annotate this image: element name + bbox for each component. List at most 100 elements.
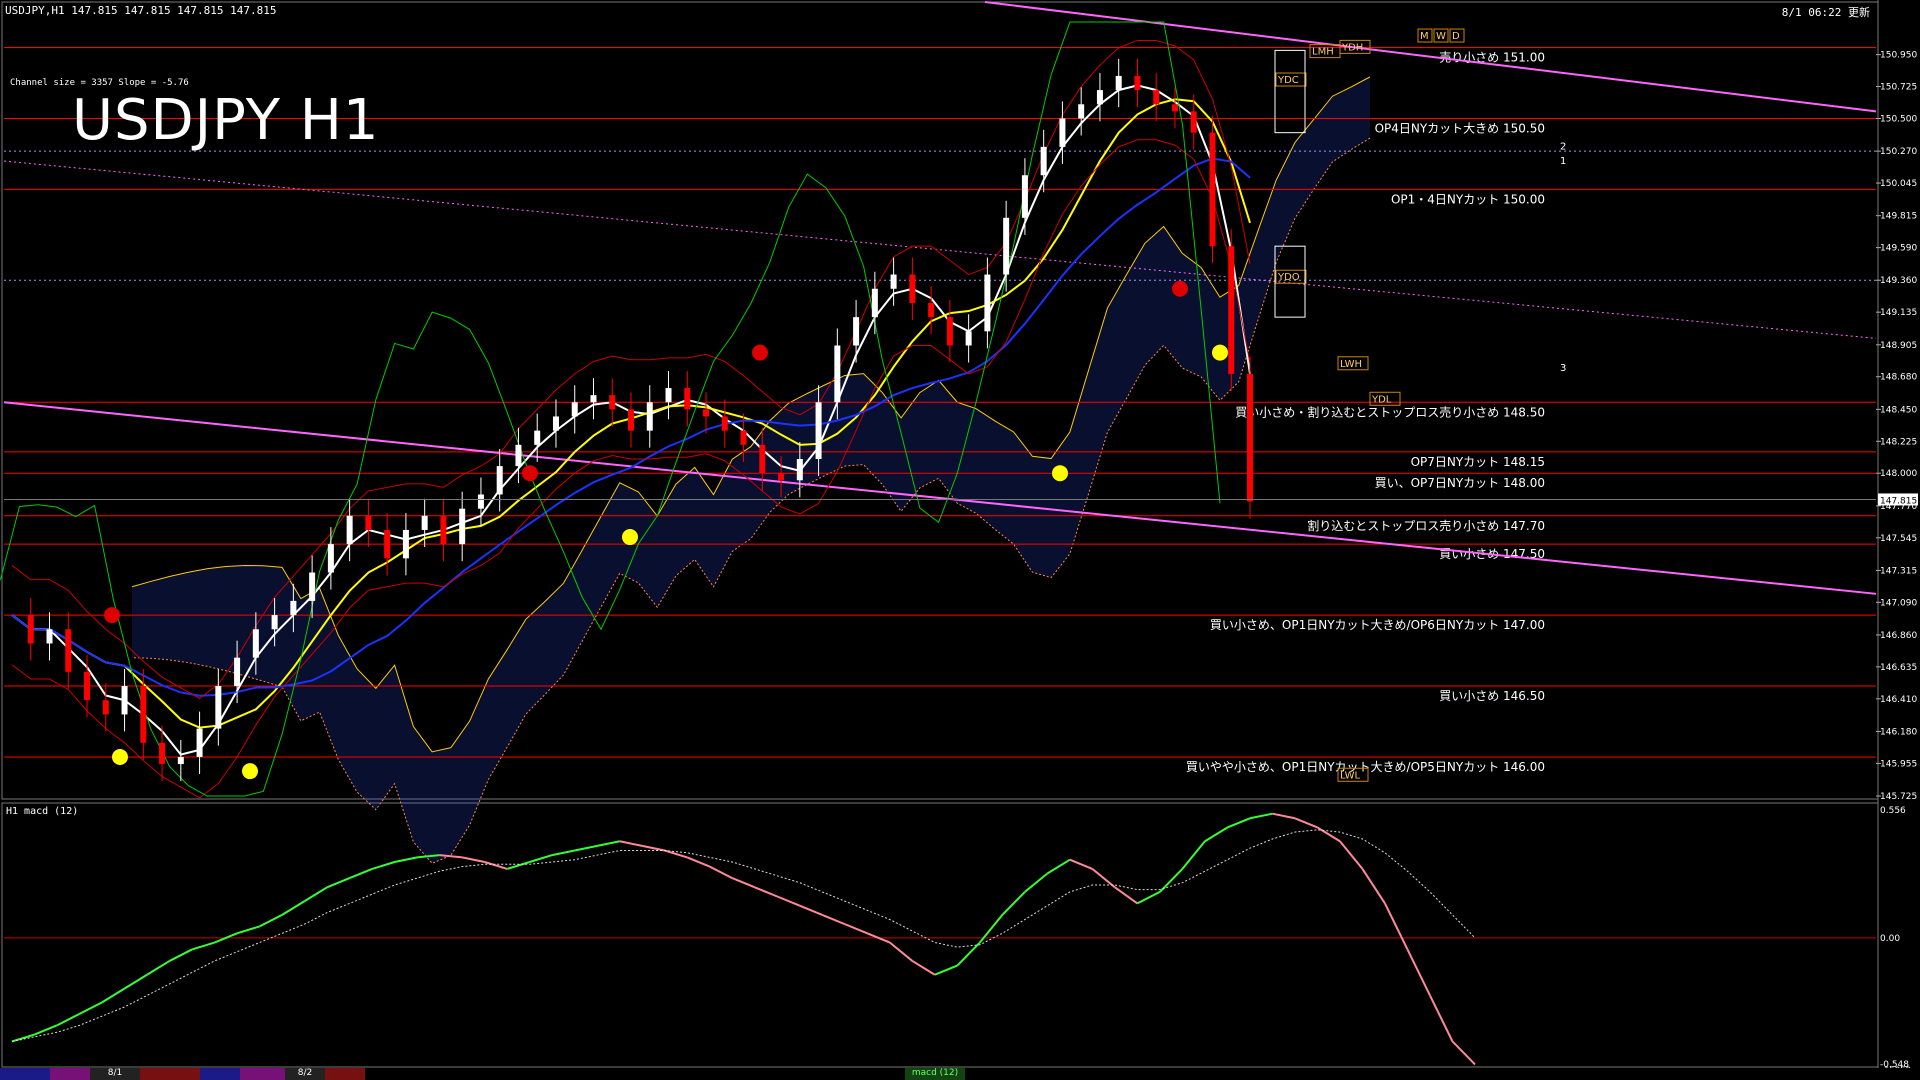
macd-tab[interactable]: macd (12) bbox=[905, 1068, 965, 1080]
marker-label-m: M bbox=[1420, 31, 1429, 42]
axis-tick-label: 145.955 bbox=[1880, 759, 1917, 769]
candle-bearish bbox=[440, 515, 447, 545]
candle-bullish bbox=[1021, 175, 1028, 218]
marker-label-lwl: LWL bbox=[1340, 770, 1361, 781]
candle-bullish bbox=[252, 629, 259, 658]
axis-tick-label: 150.270 bbox=[1880, 147, 1917, 157]
axis-tick-label: 146.860 bbox=[1880, 631, 1917, 641]
candle-bullish bbox=[234, 657, 241, 687]
marker-label-ydl: YDL bbox=[1371, 394, 1392, 405]
marker-label-ydh: YDH bbox=[1341, 42, 1363, 53]
symbol-line: USDJPY,H1 147.815 147.815 147.815 147.81… bbox=[5, 4, 277, 17]
level-label: OP1・4日NYカット 150.00 bbox=[1391, 192, 1545, 206]
fractal-down-icon bbox=[522, 465, 538, 482]
axis-tick-label: 145.725 bbox=[1880, 792, 1917, 802]
axis-tick-label: 149.360 bbox=[1880, 276, 1917, 286]
candle-bullish bbox=[271, 615, 278, 630]
marker-label-lwh: LWH bbox=[1340, 359, 1362, 370]
candle-bearish bbox=[628, 409, 634, 431]
candle-bullish bbox=[309, 572, 316, 601]
candle-bullish bbox=[477, 494, 484, 509]
candle-bullish bbox=[421, 515, 428, 530]
candle-bearish bbox=[1134, 75, 1141, 91]
axis-tick-label: 148.000 bbox=[1880, 469, 1917, 479]
candle-bullish bbox=[177, 756, 184, 765]
candle-bullish bbox=[196, 728, 203, 757]
chart-title: USDJPY H1 bbox=[72, 88, 380, 153]
candle-bullish bbox=[853, 317, 860, 346]
candle-bullish bbox=[215, 686, 222, 729]
candle-bearish bbox=[384, 529, 391, 559]
axis-tick-label: 146.410 bbox=[1880, 695, 1917, 705]
candle-bullish bbox=[1040, 146, 1047, 176]
fractal-up-icon bbox=[1212, 344, 1228, 361]
axis-tick-label: 148.225 bbox=[1880, 437, 1917, 447]
candle-bearish bbox=[1247, 373, 1253, 502]
candle-bullish bbox=[815, 402, 822, 460]
candle-bullish bbox=[890, 274, 897, 289]
candle-bullish bbox=[1096, 90, 1103, 105]
candle-bullish bbox=[346, 515, 353, 545]
macd-tick-label: 0.556 bbox=[1880, 806, 1906, 816]
bottom-bar: 8/1 8/2 macd (12) bbox=[0, 1068, 1920, 1080]
candle-bullish bbox=[46, 629, 53, 644]
candle-bearish bbox=[684, 388, 691, 410]
candle-bullish bbox=[646, 402, 653, 431]
level-label: 買い、OP7日NYカット 148.00 bbox=[1375, 476, 1545, 490]
axis-tick-label: 147.090 bbox=[1880, 598, 1917, 608]
candle-bullish bbox=[515, 444, 522, 467]
candle-bullish bbox=[534, 430, 541, 445]
candle-bearish bbox=[759, 444, 766, 474]
period-block bbox=[240, 1068, 285, 1080]
marker-label-1: 1 bbox=[1560, 156, 1566, 167]
macd-tick-label: 0.00 bbox=[1880, 934, 1900, 944]
candle-bearish bbox=[1171, 104, 1178, 112]
candle-bullish bbox=[121, 686, 128, 715]
candle-bullish bbox=[459, 508, 466, 545]
axis-tick-label: 146.635 bbox=[1880, 663, 1917, 673]
axis-tick-label: 147.545 bbox=[1880, 534, 1917, 544]
candle-bearish bbox=[65, 629, 72, 672]
fractal-up-icon bbox=[112, 748, 128, 765]
level-label: 買い小さめ・割り込むとストップロス売り小さめ 148.50 bbox=[1235, 404, 1545, 419]
candle-bearish bbox=[740, 430, 747, 445]
candle-bullish bbox=[571, 402, 578, 417]
candle-bearish bbox=[102, 700, 109, 715]
level-label: OP4日NYカット大きめ 150.50 bbox=[1375, 121, 1545, 135]
candle-bearish bbox=[140, 686, 147, 743]
candle-bullish bbox=[1003, 217, 1010, 275]
tab-date[interactable]: 8/1 bbox=[90, 1068, 140, 1080]
fractal-up-icon bbox=[242, 763, 258, 780]
chart-canvas[interactable]: 売り小さめ 151.00 OP4日NYカット大きめ 150.50 OP1・4日NYカ… bbox=[0, 0, 1920, 1080]
current-price-label: 147.815 bbox=[1880, 496, 1917, 506]
level-label: 買い小さめ 146.50 bbox=[1439, 689, 1545, 703]
period-block bbox=[325, 1068, 365, 1080]
candle-bearish bbox=[365, 515, 372, 530]
candle-bearish bbox=[778, 473, 785, 481]
tab-date[interactable]: 8/2 bbox=[285, 1068, 325, 1080]
axis-tick-label: 148.450 bbox=[1880, 405, 1917, 415]
candle-bearish bbox=[928, 302, 935, 318]
candle-bullish bbox=[984, 274, 991, 332]
fractal-down-icon bbox=[752, 344, 768, 361]
axis-tick-label: 148.905 bbox=[1880, 341, 1917, 351]
axis-tick-label: 146.180 bbox=[1880, 727, 1917, 737]
candle-bearish bbox=[1190, 111, 1197, 133]
candle-bullish bbox=[834, 345, 841, 403]
macd-title: H1 macd (12) bbox=[6, 806, 79, 817]
candle-bullish bbox=[871, 288, 878, 318]
candle-bullish bbox=[1078, 104, 1085, 119]
candle-bullish bbox=[327, 544, 334, 573]
fractal-down-icon bbox=[1172, 280, 1188, 297]
candle-bearish bbox=[909, 274, 916, 303]
candle-bullish bbox=[496, 466, 503, 495]
period-block bbox=[50, 1068, 90, 1080]
marker-label-2: 2 bbox=[1560, 142, 1566, 153]
marker-label-lmh: LMH bbox=[1312, 47, 1334, 58]
candle-bullish bbox=[1059, 118, 1066, 147]
candle-bearish bbox=[159, 742, 166, 765]
period-block bbox=[200, 1068, 240, 1080]
axis-tick-label: 150.045 bbox=[1880, 179, 1917, 189]
candle-bearish bbox=[721, 416, 728, 431]
marker-label-3: 3 bbox=[1560, 363, 1566, 374]
